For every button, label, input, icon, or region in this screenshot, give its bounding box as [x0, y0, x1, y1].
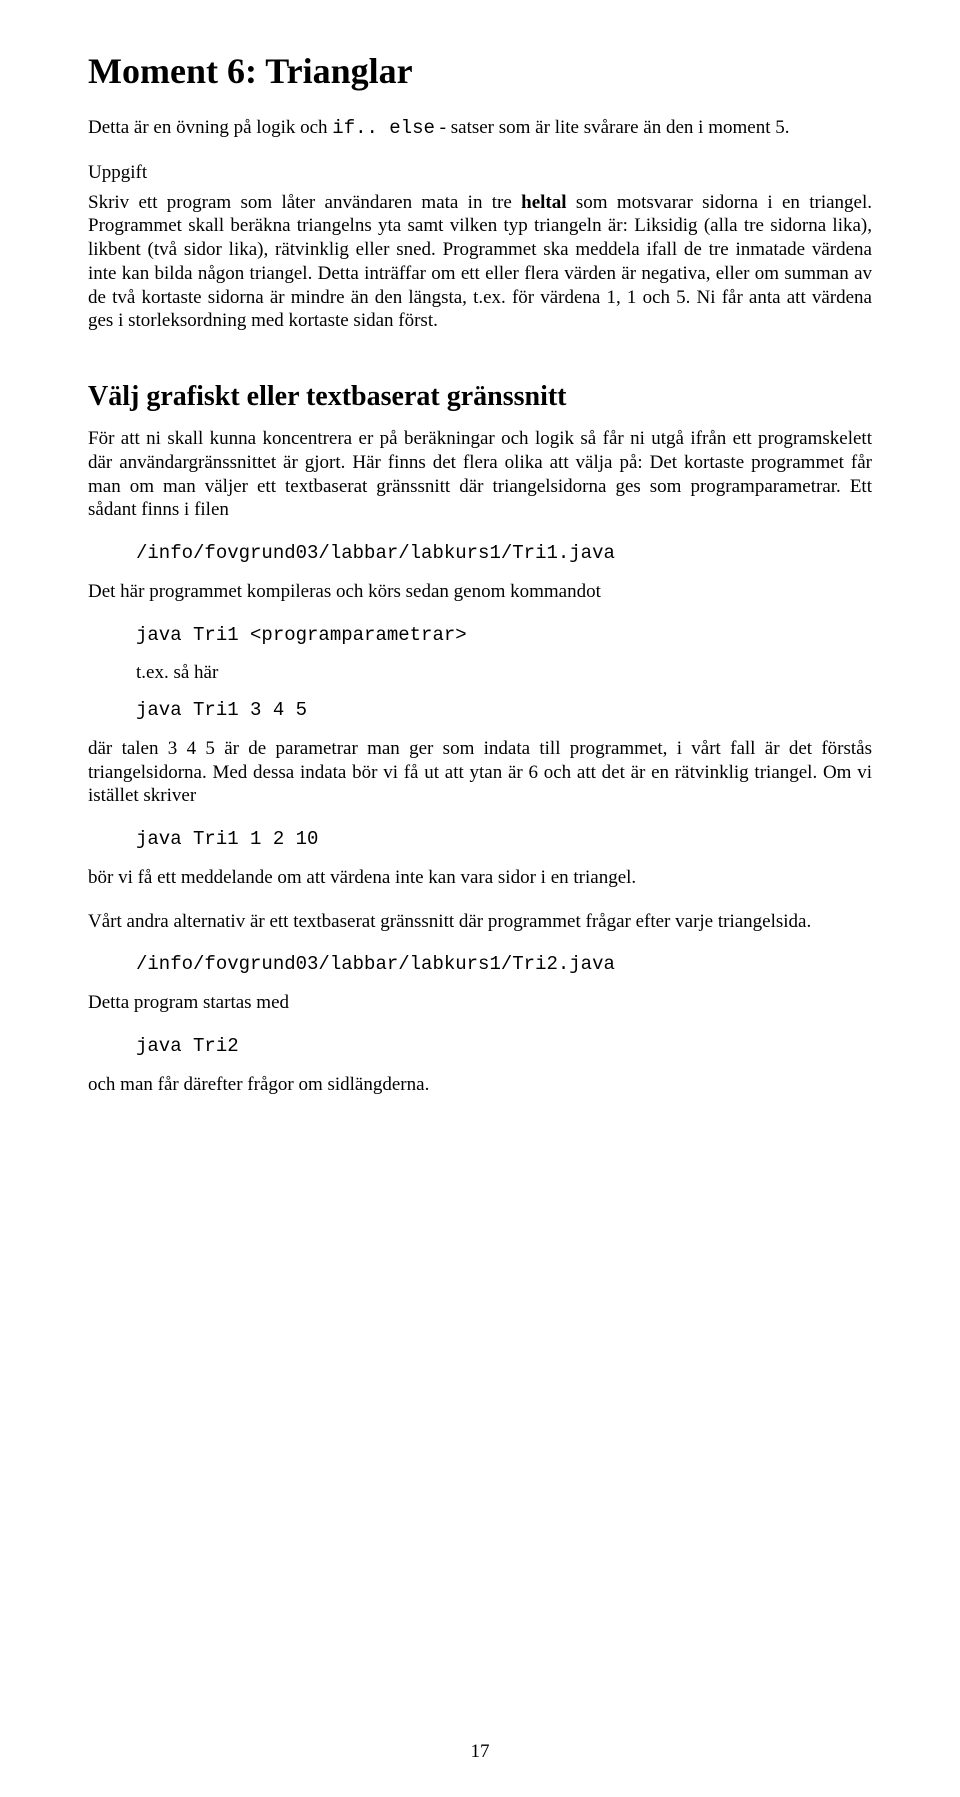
uppgift-text-a: Skriv ett program som låter användaren m… — [88, 192, 521, 213]
uppgift-body: Skriv ett program som låter användaren m… — [88, 191, 872, 334]
intro-paragraph: Detta är en övning på logik och if.. els… — [88, 116, 872, 141]
section2-p2: Det här programmet kompileras och körs s… — [88, 580, 872, 604]
section2-p4: bör vi få ett meddelande om att värdena … — [88, 866, 872, 890]
mono-if-else: if.. else — [332, 117, 435, 139]
section2-p6: Detta program startas med — [88, 991, 872, 1015]
code-cmd-tri2: java Tri2 — [136, 1035, 872, 1059]
page-title: Moment 6: Trianglar — [88, 50, 872, 92]
code-path-tri2: /info/fovgrund03/labbar/labkurs1/Tri2.ja… — [136, 953, 872, 977]
section-heading-grafiskt: Välj grafiskt eller textbaserat gränssni… — [88, 381, 872, 413]
section2-p5: Vårt andra alternativ är ett textbaserat… — [88, 910, 872, 934]
code-path-tri1: /info/fovgrund03/labbar/labkurs1/Tri1.ja… — [136, 542, 872, 566]
intro-text-a: Detta är en övning på logik och — [88, 117, 332, 138]
document-page: Moment 6: Trianglar Detta är en övning p… — [0, 0, 960, 1797]
code-cmd-tri1-345: java Tri1 3 4 5 — [136, 699, 872, 723]
uppgift-heading: Uppgift — [88, 161, 872, 185]
intro-text-b: - satser som är lite svårare än den i mo… — [435, 117, 790, 138]
uppgift-bold-heltal: heltal — [521, 192, 566, 213]
code-cmd-tri1-1210: java Tri1 1 2 10 — [136, 828, 872, 852]
section2-p7: och man får därefter frågor om sidlängde… — [88, 1073, 872, 1097]
section2-p1: För att ni skall kunna koncentrera er på… — [88, 427, 872, 522]
page-number: 17 — [0, 1741, 960, 1763]
section2-p3: där talen 3 4 5 är de parametrar man ger… — [88, 737, 872, 808]
code-cmd-tri1-params: java Tri1 <programparametrar> — [136, 624, 872, 648]
tex-line: t.ex. så här — [136, 661, 872, 685]
uppgift-heading-text: Uppgift — [88, 162, 147, 183]
